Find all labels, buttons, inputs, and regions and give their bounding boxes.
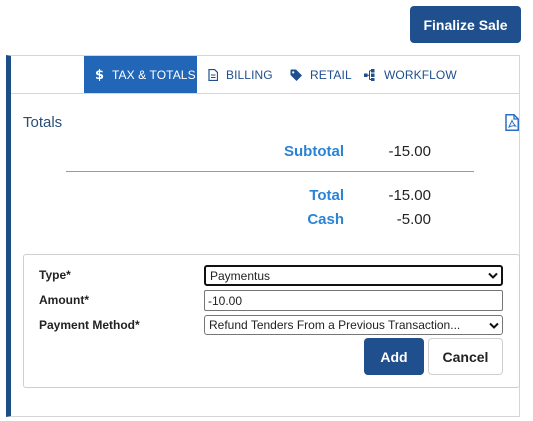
amount-label: Amount* <box>39 293 89 307</box>
totals-heading: Totals <box>23 114 63 131</box>
dollar-icon: $ <box>95 68 104 81</box>
workflow-icon <box>364 68 376 81</box>
type-select[interactable]: Paymentus <box>204 265 503 286</box>
svg-text:$: $ <box>95 68 104 81</box>
chevron-down-icon <box>486 322 502 329</box>
sale-panel: $ TAX & TOTALS BILLING RETAIL WORKFLOW T… <box>6 55 520 417</box>
finalize-sale-button[interactable]: Finalize Sale <box>410 6 521 43</box>
amount-input[interactable]: -10.00 <box>204 290 503 311</box>
subtotal-value: -15.00 <box>388 143 431 160</box>
pdf-icon[interactable] <box>505 114 519 136</box>
cash-value: -5.00 <box>396 211 431 228</box>
tab-bar: $ TAX & TOTALS BILLING RETAIL WORKFLOW <box>11 56 519 94</box>
tab-billing[interactable]: BILLING <box>208 56 288 93</box>
payment-method-select[interactable]: Refund Tenders From a Previous Transacti… <box>204 315 503 335</box>
payment-method-value: Refund Tenders From a Previous Transacti… <box>209 318 461 332</box>
payment-method-label: Payment Method* <box>39 318 140 332</box>
tab-label: BILLING <box>226 67 273 82</box>
type-select-value: Paymentus <box>210 268 271 283</box>
add-button[interactable]: Add <box>364 338 424 375</box>
totals-divider <box>66 171 474 172</box>
tag-icon <box>290 69 302 81</box>
total-value: -15.00 <box>388 187 431 204</box>
cancel-button[interactable]: Cancel <box>428 338 503 375</box>
tab-tax-totals[interactable]: $ TAX & TOTALS <box>84 56 197 93</box>
tab-label: RETAIL <box>310 67 352 82</box>
payment-form: Type* Paymentus Amount* -10.00 Payment M… <box>23 254 520 388</box>
tab-workflow[interactable]: WORKFLOW <box>364 56 464 93</box>
chevron-down-icon <box>485 272 501 279</box>
tab-retail[interactable]: RETAIL <box>290 56 360 93</box>
type-label: Type* <box>39 268 71 282</box>
tab-label: WORKFLOW <box>384 67 457 82</box>
document-icon <box>208 68 218 81</box>
total-label: Total <box>309 187 344 204</box>
subtotal-label: Subtotal <box>284 143 344 160</box>
tab-label: TAX & TOTALS <box>112 67 196 82</box>
cash-label: Cash <box>307 211 344 228</box>
